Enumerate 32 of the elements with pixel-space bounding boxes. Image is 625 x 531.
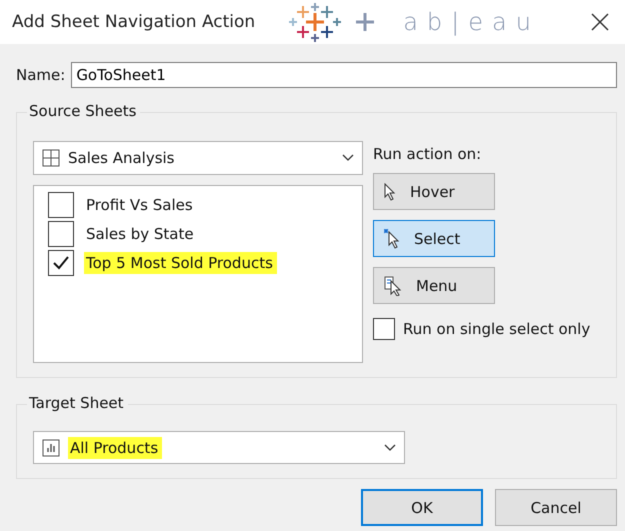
dropdown-value: Sales Analysis <box>68 149 176 167</box>
menu-pointer-icon <box>384 276 402 296</box>
checkbox-label: Run on single select only <box>403 320 590 338</box>
dialog-button[interactable]: Cancel <box>495 489 617 526</box>
name-label: Name: <box>16 66 66 84</box>
caret-icon <box>342 154 354 162</box>
sheet-label: Profit Vs Sales <box>85 194 194 216</box>
run-option-button[interactable]: Select <box>373 220 495 257</box>
group-title: Target Sheet <box>27 394 128 412</box>
sheet-label: Sales by State <box>85 224 195 244</box>
checkbox[interactable] <box>373 318 395 340</box>
dropdown-value: All Products <box>68 437 162 459</box>
run-action-label: Run action on: <box>373 145 482 163</box>
logo-wordmark: ab|eau <box>403 8 540 36</box>
dialog-button[interactable]: OK <box>361 489 483 526</box>
caret-icon <box>384 444 396 452</box>
close-icon <box>590 12 610 32</box>
pointer-icon <box>384 182 396 200</box>
checkbox[interactable] <box>48 192 74 218</box>
bar-chart-icon <box>42 438 60 456</box>
name-input[interactable]: GoToSheet1 <box>71 62 617 88</box>
run-option-button[interactable]: Hover <box>373 173 495 210</box>
pointer-sparkle-icon <box>384 228 400 248</box>
checkbox[interactable] <box>48 220 74 246</box>
target-sheet-dropdown[interactable]: All Products <box>33 431 405 464</box>
check-icon <box>52 254 70 270</box>
window-title: Add Sheet Navigation Action <box>12 12 256 32</box>
run-option-button[interactable]: Menu <box>373 267 495 304</box>
dashboard-dropdown[interactable]: Sales Analysis <box>33 141 363 175</box>
dashboard-icon <box>42 149 60 167</box>
checkbox[interactable] <box>48 250 74 276</box>
sheet-label: Top 5 Most Sold Products <box>84 252 277 274</box>
